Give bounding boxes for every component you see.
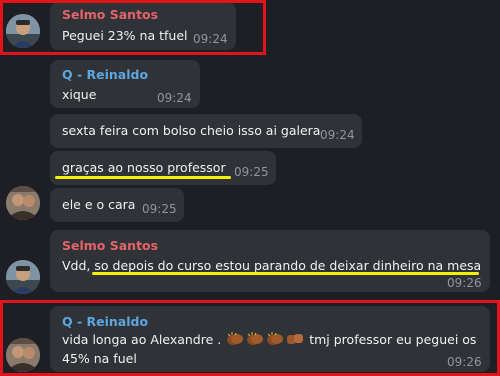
message-time: 09:24 <box>157 91 192 105</box>
message-text-prefix: Vdd, <box>62 258 95 273</box>
message-time: 09:25 <box>234 165 269 179</box>
highlight-underline <box>92 272 479 275</box>
avatar-selmo-santos[interactable] <box>6 260 40 294</box>
message-text: sexta feira com bolso cheio isso ai gale… <box>62 123 321 138</box>
message-bubble[interactable]: Q - Reinaldo xique 09:24 <box>50 60 200 108</box>
annotation-box <box>0 300 500 376</box>
message-bubble[interactable]: Selmo Santos Vdd, so depois do curso est… <box>50 230 490 292</box>
message-text: ele e o cara <box>62 197 136 212</box>
message-text: xique <box>62 87 97 102</box>
message-time: 09:25 <box>142 202 177 216</box>
avatar-reinaldo[interactable] <box>6 186 40 220</box>
annotation-box <box>0 0 266 55</box>
highlight-underline <box>55 176 231 179</box>
sender-name[interactable]: Q - Reinaldo <box>62 67 148 82</box>
message-text: graças ao nosso professor <box>62 160 226 175</box>
message-text: Vdd, so depois do curso estou parando de… <box>62 258 481 273</box>
message-bubble[interactable]: graças ao nosso professor 09:25 <box>50 151 276 185</box>
message-bubble[interactable]: ele e o cara 09:25 <box>50 188 184 222</box>
message-time: 09:26 <box>447 276 482 290</box>
message-time: 09:24 <box>320 128 355 142</box>
message-bubble[interactable]: sexta feira com bolso cheio isso ai gale… <box>50 114 362 148</box>
sender-name[interactable]: Selmo Santos <box>62 238 158 253</box>
message-text-highlighted: so depois do curso estou parando de deix… <box>94 258 482 273</box>
